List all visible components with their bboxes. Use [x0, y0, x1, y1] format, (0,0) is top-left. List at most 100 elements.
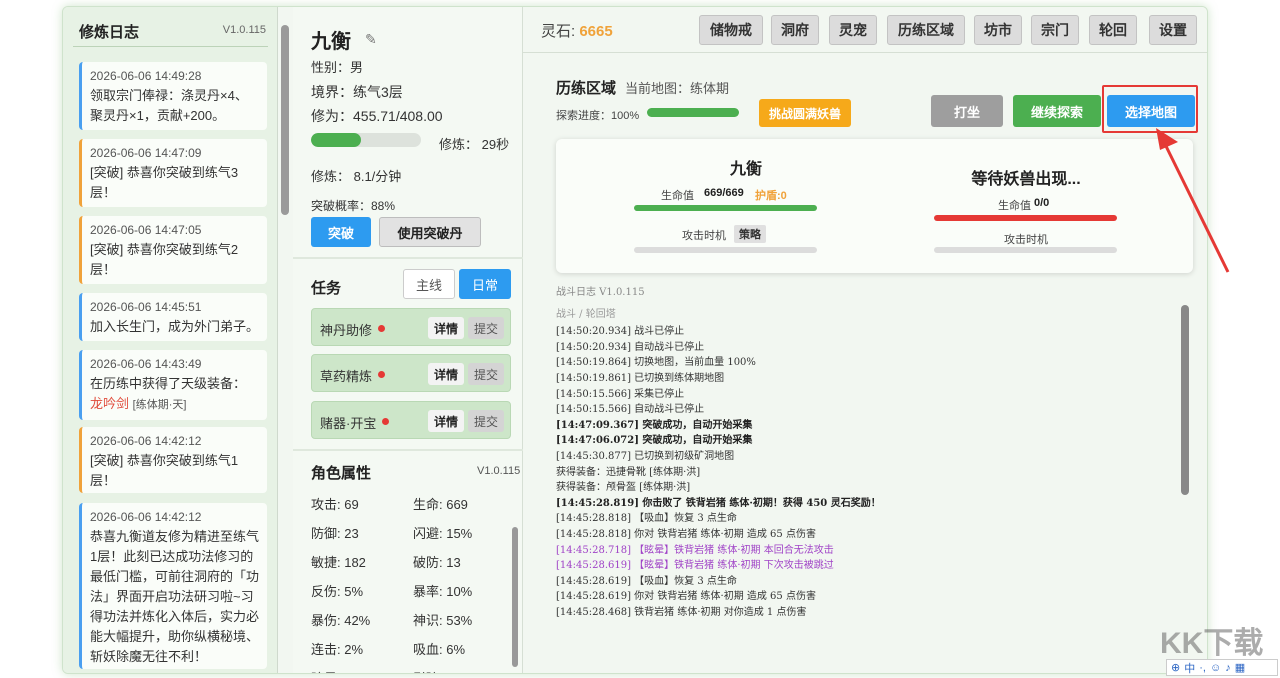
log-time: 2026-06-06 14:49:28	[90, 69, 202, 83]
log-title: 修炼日志	[79, 24, 140, 41]
combat-log-line: [14:50:20.934] 战斗已停止	[556, 326, 685, 338]
log-text: [突破] 恭喜你突破到练气3层！	[90, 165, 239, 200]
scroll-thumb[interactable]	[512, 527, 518, 667]
log-text: 领取宗门俸禄：涤灵丹×4、聚灵丹×1，贡献+200。	[90, 88, 248, 123]
log-entry: 2026-06-06 14:49:28 领取宗门俸禄：涤灵丹×4、聚灵丹×1，贡…	[79, 62, 267, 130]
highlight-box	[1102, 85, 1198, 133]
alert-dot	[378, 371, 385, 378]
spirit-stone-display: 灵石: 6665	[541, 20, 613, 41]
combat-log: 战斗日志 V1.0.115 战斗 / 轮回塔 [14:50:20.934] 战斗…	[556, 285, 1193, 667]
challenge-beast-button[interactable]: 挑战圆满妖兽	[759, 99, 851, 127]
nav-sect[interactable]: 宗门	[1031, 15, 1079, 45]
cultivation-progress-bar	[311, 133, 421, 147]
log-entry: 2026-06-06 14:47:05 [突破] 恭喜你突破到练气2层！	[79, 216, 267, 284]
combat-log-line: [14:45:28.818] 你对 铁背岩猪 练体·初期 造成 65 点伤害	[556, 528, 816, 540]
log-time: 2026-06-06 14:47:09	[90, 146, 202, 160]
progress-fill	[311, 133, 361, 147]
realm: 境界：练气3层	[311, 84, 403, 100]
log-time: 2026-06-06 14:42:12	[90, 434, 202, 448]
tasks-title: 任务	[311, 280, 342, 297]
top-bar: 灵石: 6665 储物戒 洞府 灵宠 历练区域 坊市 宗门 轮回 设置	[523, 7, 1207, 53]
attribute-value: 暴伤: 42%	[311, 613, 371, 628]
breakthrough-button[interactable]: 突破	[311, 217, 371, 247]
alert-dot	[382, 418, 389, 425]
scroll-thumb[interactable]	[1181, 305, 1189, 495]
submit-button[interactable]: 提交	[468, 410, 504, 432]
submit-button[interactable]: 提交	[468, 363, 504, 385]
log-text: 加入长生门，成为外门弟子。	[90, 319, 260, 334]
character-name: 九衡	[311, 31, 351, 53]
keyboard-icon[interactable]: ▦	[1235, 661, 1245, 674]
attributes-scrollbar[interactable]	[511, 527, 519, 673]
task-name: 草药精炼	[320, 369, 373, 384]
nav-market[interactable]: 坊市	[974, 15, 1022, 45]
log-scrollbar[interactable]	[280, 17, 290, 673]
equipment-name: 龙吟剑	[90, 396, 130, 411]
ime-logo-icon: ⊕	[1171, 662, 1181, 674]
player-hp-label: 生命值	[661, 190, 694, 202]
tab-main-quest[interactable]: 主线	[403, 269, 455, 299]
game-window: 修炼日志 V1.0.115 2026-06-06 14:49:28 领取宗门俸禄…	[62, 6, 1208, 674]
use-pill-button[interactable]: 使用突破丹	[379, 217, 481, 247]
combat-log-lines: [14:50:20.934] 战斗已停止 [14:50:20.934] 自动战斗已…	[556, 324, 1193, 620]
log-text: 在历练中获得了天级装备： 龙吟剑 [练体期·天]	[90, 374, 259, 415]
combat-log-line: [14:50:19.861] 已切换到练体期地图	[556, 372, 725, 384]
divider	[293, 257, 523, 259]
log-time: 2026-06-06 14:47:05	[90, 223, 202, 237]
detail-button[interactable]: 详情	[428, 363, 464, 385]
log-text: [突破] 恭喜你突破到练气2层！	[90, 242, 239, 277]
log-entry: 2026-06-06 14:43:49 在历练中获得了天级装备： 龙吟剑 [练体期…	[79, 350, 267, 420]
punctuation-icon[interactable]: ·,	[1199, 662, 1206, 674]
nav-storage-ring[interactable]: 储物戒	[699, 15, 763, 45]
log-entry: 2026-06-06 14:42:12 [突破] 恭喜你突破到练气1层！	[79, 427, 267, 493]
continue-explore-button[interactable]: 继续探索	[1013, 95, 1101, 127]
log-text-a: 在历练中获得了天级装备：	[90, 376, 247, 391]
alert-dot	[378, 325, 385, 332]
watermark: KK下载	[1160, 627, 1264, 660]
log-time: 2026-06-06 14:43:49	[90, 357, 202, 371]
spirit-stone-value: 6665	[579, 23, 613, 40]
nav-training-area[interactable]: 历练区域	[887, 15, 965, 45]
player-attack-bar	[634, 247, 817, 253]
scroll-thumb[interactable]	[281, 25, 289, 215]
explore-progress-label: 探索进度：100%	[556, 110, 640, 122]
battle-panel: 九衡 生命值 669/669 护盾:0 攻击时机 策略 等待妖兽出现... 生命…	[556, 139, 1193, 273]
tab-daily-quest[interactable]: 日常	[459, 269, 511, 299]
task-item: 草药精炼 详情 提交	[311, 354, 511, 392]
combat-log-line: [14:45:28.819] 你击败了 铁背岩猪 练体·初期！获得 450 灵石…	[556, 497, 881, 509]
emoji-icon[interactable]: ☺	[1210, 662, 1221, 674]
detail-button[interactable]: 详情	[428, 410, 464, 432]
nav-cave[interactable]: 洞府	[771, 15, 819, 45]
combat-log-line: [14:50:19.864] 切换地图，当前血量 100%	[556, 357, 756, 369]
nav-pet[interactable]: 灵宠	[829, 15, 877, 45]
attribute-value: 眩晕: 3%	[311, 668, 363, 673]
attribute-value: 连击: 2%	[311, 642, 364, 657]
strategy-button[interactable]: 策略	[734, 225, 766, 243]
submit-button[interactable]: 提交	[468, 317, 504, 339]
log-text: 恭喜九衡道友修为精进至练气1层！此刻已达成功法修习的最低门槛，可前往洞府的「功法…	[90, 529, 260, 664]
ime-toolbar: ⊕ 中 ·, ☺ ♪ ▦	[1166, 659, 1278, 676]
current-map: 当前地图：练体期	[625, 81, 730, 96]
combat-log-subtitle: 战斗 / 轮回塔	[556, 308, 616, 320]
enemy-attack-bar	[934, 247, 1117, 253]
divider	[293, 449, 523, 451]
enemy-hp-value: 0/0	[1034, 197, 1050, 209]
mic-icon[interactable]: ♪	[1225, 662, 1231, 674]
combat-log-line: [14:45:30.877] 已切换到初级矿洞地图	[556, 450, 735, 462]
area-title: 历练区域	[556, 80, 617, 97]
combat-log-scrollbar[interactable]	[1180, 287, 1190, 627]
attribute-value: 暴率: 10%	[413, 584, 473, 599]
ime-lang[interactable]: 中	[1184, 660, 1195, 676]
combat-log-line: [14:50:15.566] 采集已停止	[556, 388, 685, 400]
edit-icon[interactable]: ✎	[365, 31, 377, 48]
combat-log-line: [14:50:20.934] 自动战斗已停止	[556, 341, 705, 353]
detail-button[interactable]: 详情	[428, 317, 464, 339]
nav-reincarnation[interactable]: 轮回	[1089, 15, 1137, 45]
player-name: 九衡	[729, 161, 762, 178]
meditate-button[interactable]: 打坐	[931, 95, 1003, 127]
nav-settings[interactable]: 设置	[1149, 15, 1197, 45]
equipment-tier: [练体期·天]	[132, 399, 187, 411]
combat-log-line: [14:45:28.818] 【吸血】恢复 3 点生命	[556, 513, 737, 525]
attribute-value: 防御: 23	[311, 526, 359, 541]
log-text: [突破] 恭喜你突破到练气1层！	[90, 453, 239, 488]
